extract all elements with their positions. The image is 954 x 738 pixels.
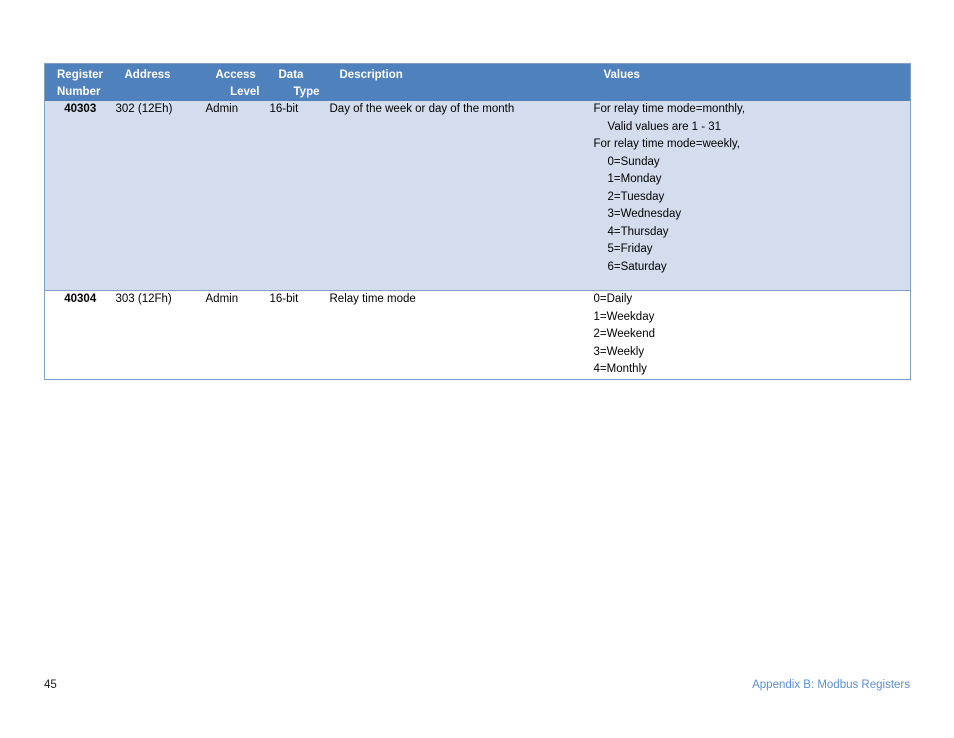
table-row: 40303 302 (12Eh) Admin 16-bit Day of the… (44, 101, 911, 291)
cell-description: Day of the week or day of the month (329, 101, 594, 291)
cell-register-number: 40304 (44, 290, 116, 379)
cell-access-level: Admin (205, 290, 270, 379)
table-row: 40304 303 (12Fh) Admin 16-bit Relay time… (44, 290, 911, 379)
table-header: Register Number Address Access Level Dat… (44, 63, 911, 101)
value-line: 4=Thursday (607, 225, 669, 238)
value-line: 6=Saturday (607, 260, 667, 273)
value-line: 1=Monday (607, 173, 662, 185)
document-page: Register Number Address Access Level Dat… (0, 0, 954, 738)
value-line: For relay time mode=weekly, (593, 138, 740, 150)
cell-access-level: Admin (205, 101, 270, 291)
column-header-access-level: Access Level (205, 63, 270, 101)
column-header-line1: Access (215, 69, 256, 81)
value-line: 2=Weekend (593, 328, 656, 340)
cell-description: Relay time mode (329, 290, 594, 379)
column-header-line2: Level (230, 86, 260, 98)
value-line: 3=Weekly (593, 345, 645, 358)
cell-values: For relay time mode=monthly, Valid values… (593, 101, 911, 291)
column-header-address: Address (115, 63, 206, 101)
column-header-line2: Number (57, 86, 101, 98)
table-header-row: Register Number Address Access Level Dat… (44, 63, 911, 101)
modbus-registers-table: Register Number Address Access Level Dat… (44, 63, 911, 380)
cell-data-type: 16-bit (269, 290, 330, 379)
table-body: 40303 302 (12Eh) Admin 16-bit Day of the… (44, 101, 911, 379)
cell-register-number: 40303 (44, 101, 116, 291)
column-header-line1: Address (124, 69, 171, 81)
column-header-description: Description (329, 63, 594, 101)
value-line: For relay time mode=monthly, (593, 103, 746, 115)
column-header-values: Values (593, 63, 911, 101)
value-line: 5=Friday (607, 243, 653, 255)
value-line: 0=Sunday (607, 155, 660, 168)
value-line: 1=Weekday (593, 310, 655, 323)
column-header-register-number: Register Number (44, 63, 116, 101)
page-footer: 45 Appendix B: Modbus Registers (44, 676, 910, 694)
value-line: 0=Daily (593, 293, 633, 305)
column-header-line1: Values (603, 69, 640, 81)
column-header-line1: Register (57, 69, 104, 81)
column-header-line1: Description (339, 69, 403, 81)
value-line: 3=Wednesday (607, 208, 682, 220)
cell-data-type: 16-bit (269, 101, 330, 291)
cell-values: 0=Daily 1=Weekday 2=Weekend 3=Weekly 4=Month… (593, 290, 911, 379)
column-header-line1: Data (278, 69, 304, 81)
column-header-data-type: Data Type (269, 63, 330, 101)
column-header-line2: Type (293, 86, 320, 98)
cell-address: 302 (12Eh) (115, 101, 206, 291)
value-line: 4=Monthly (593, 363, 647, 375)
value-line: 2=Tuesday (607, 190, 665, 203)
cell-address: 303 (12Fh) (115, 290, 206, 379)
value-line: Valid values are 1 - 31 (607, 120, 722, 133)
footer-page-number: 45 (44, 679, 57, 691)
footer-section-link[interactable]: Appendix B: Modbus Registers (752, 676, 910, 694)
